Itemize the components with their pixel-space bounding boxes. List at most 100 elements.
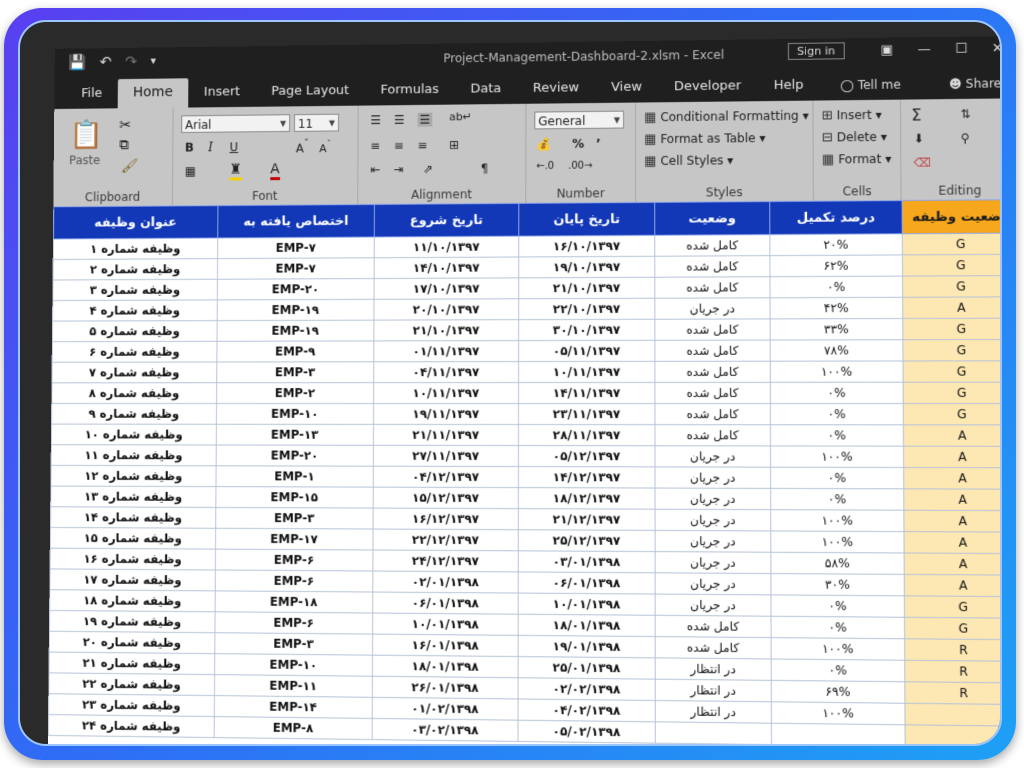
start-date-cell[interactable]: ۰۴/۱۲/۱۳۹۷ [373, 466, 519, 488]
status-cell[interactable] [655, 721, 772, 744]
task-status-cell[interactable]: G [903, 403, 1000, 425]
start-date-cell[interactable]: ۲۱/۱۱/۱۳۹۷ [373, 424, 519, 446]
task-status-cell[interactable]: A [903, 488, 1000, 511]
status-cell[interactable]: کامل شده [654, 318, 771, 341]
status-cell[interactable]: کامل شده [654, 403, 771, 425]
status-cell[interactable]: کامل شده [654, 382, 771, 404]
font-name-select[interactable]: Arial ▼ [181, 114, 291, 133]
percent-complete-cell[interactable]: ۰% [770, 594, 905, 618]
accounting-format-icon[interactable]: 💰 [536, 137, 551, 151]
end-date-cell[interactable]: ۰۵/۰۲/۱۳۹۸ [517, 720, 656, 744]
status-cell[interactable]: کامل شده [654, 255, 770, 278]
percent-complete-cell[interactable]: ۰% [770, 467, 904, 489]
start-date-cell[interactable]: ۲۷/۱۱/۱۳۹۷ [373, 445, 519, 467]
find-select-icon[interactable]: ⚲ [961, 131, 970, 145]
percent-complete-cell[interactable]: ۶۲% [769, 254, 903, 277]
tab-data[interactable]: Data [455, 75, 517, 104]
task-status-cell[interactable]: A [903, 531, 1000, 554]
start-date-cell[interactable]: ۰۲/۰۱/۱۳۹۸ [372, 571, 519, 594]
tab-help[interactable]: Help [757, 72, 820, 102]
fill-icon[interactable]: ⬇ [913, 131, 923, 145]
start-date-cell[interactable]: ۱۰/۰۱/۱۳۹۸ [372, 613, 519, 636]
task-title-cell[interactable]: وظیفه شماره ۱۹ [49, 610, 216, 633]
assigned-to-cell[interactable]: EMP-۱۰ [216, 403, 374, 425]
redo-icon[interactable]: ↷ [125, 53, 137, 71]
assigned-to-cell[interactable]: EMP-۲۰ [217, 278, 375, 300]
assigned-to-cell[interactable]: EMP-۱۴ [214, 695, 373, 719]
percent-complete-cell[interactable]: ۰% [770, 403, 904, 425]
end-date-cell[interactable]: ۰۶/۰۱/۱۳۹۸ [518, 571, 656, 595]
header-end-date[interactable]: تاریخ پایان [518, 202, 655, 237]
header-task-status[interactable]: وضعیت وظیفه [902, 199, 1000, 234]
task-title-cell[interactable]: وظیفه شماره ۲۱ [48, 652, 215, 675]
status-cell[interactable]: در جریان [655, 466, 771, 489]
assigned-to-cell[interactable]: EMP-۳ [215, 507, 374, 530]
assigned-to-cell[interactable]: EMP-۹ [216, 340, 374, 363]
decrease-font-icon[interactable]: Aˇ [319, 139, 331, 154]
status-cell[interactable]: در جریان [655, 509, 771, 531]
start-date-cell[interactable]: ۲۴/۱۲/۱۳۹۷ [372, 550, 519, 572]
tab-insert[interactable]: Insert [188, 78, 255, 107]
status-cell[interactable]: کامل شده [654, 340, 771, 362]
task-title-cell[interactable]: وظیفه شماره ۹ [51, 403, 217, 425]
start-date-cell[interactable]: ۱۸/۰۱/۱۳۹۸ [372, 655, 519, 678]
start-date-cell[interactable]: ۱۶/۱۲/۱۳۹۷ [373, 508, 519, 530]
start-date-cell[interactable]: ۰۱/۰۲/۱۳۹۸ [372, 697, 519, 721]
orientation-icon[interactable]: ⇗ [423, 162, 433, 176]
clear-icon[interactable]: ⌫ [914, 156, 931, 170]
status-cell[interactable]: در جریان [655, 572, 771, 595]
assigned-to-cell[interactable]: EMP-۱۹ [217, 299, 375, 321]
comma-style-icon[interactable]: ’ [596, 137, 601, 151]
assigned-to-cell[interactable]: EMP-۶ [215, 569, 373, 593]
paste-icon[interactable]: 📋 [69, 118, 103, 150]
assigned-to-cell[interactable]: EMP-۱۳ [216, 424, 374, 446]
increase-decimal-icon[interactable]: ←.0 [536, 161, 554, 172]
task-status-cell[interactable]: R [904, 638, 1000, 662]
task-status-cell[interactable]: G [904, 617, 1000, 640]
end-date-cell[interactable]: ۳۰/۱۰/۱۳۹۷ [518, 319, 655, 341]
increase-font-icon[interactable]: Aˆ [296, 140, 309, 156]
align-middle-icon[interactable]: ☰ [394, 113, 405, 127]
start-date-cell[interactable]: ۱۷/۱۰/۱۳۹۷ [374, 277, 519, 300]
tab-page-layout[interactable]: Page Layout [256, 77, 365, 107]
assigned-to-cell[interactable]: EMP-۲ [216, 382, 374, 404]
assigned-to-cell[interactable]: EMP-۳ [216, 361, 374, 383]
end-date-cell[interactable]: ۱۹/۰۱/۱۳۹۸ [518, 635, 656, 658]
cell-styles-button[interactable]: ▦ Cell Styles ▾ [644, 153, 733, 169]
format-as-table-button[interactable]: ▦ Format as Table ▾ [644, 131, 765, 147]
status-cell[interactable]: در جریان [655, 530, 771, 553]
task-status-cell[interactable]: R [904, 660, 1000, 683]
status-cell[interactable]: کامل شده [654, 234, 770, 257]
percent-complete-cell[interactable]: ۶۹% [771, 680, 905, 704]
tab-developer[interactable]: Developer [658, 72, 758, 102]
task-status-cell[interactable]: A [904, 574, 1000, 597]
start-date-cell[interactable]: ۰۱/۱۱/۱۳۹۷ [373, 340, 519, 362]
status-cell[interactable]: کامل شده [655, 636, 772, 659]
font-size-select[interactable]: 11 ▼ [293, 113, 340, 132]
status-cell[interactable]: کامل شده [654, 424, 771, 446]
maximize-icon[interactable]: ☐ [955, 42, 967, 57]
assigned-to-cell[interactable]: EMP-۱۰ [214, 653, 373, 677]
align-center-icon[interactable]: ≡ [394, 139, 404, 153]
assigned-to-cell[interactable]: EMP-۸ [214, 716, 373, 740]
header-status[interactable]: وضعیت [654, 201, 770, 236]
header-start-date[interactable]: تاریخ شروع [374, 203, 519, 238]
percent-complete-cell[interactable] [771, 723, 906, 744]
percent-complete-cell[interactable]: ۵۸% [770, 552, 905, 575]
conditional-formatting-button[interactable]: ▦ Conditional Formatting ▾ [644, 109, 809, 126]
task-title-cell[interactable]: وظیفه شماره ۲۴ [48, 714, 215, 738]
task-title-cell[interactable]: وظیفه شماره ۲ [53, 258, 218, 281]
task-status-cell[interactable]: G [903, 382, 1000, 404]
copy-icon[interactable]: ⧉ [119, 137, 129, 153]
percent-complete-cell[interactable]: ۱۰۰% [770, 530, 905, 553]
autosum-icon[interactable]: Σ [911, 105, 921, 124]
task-status-cell[interactable]: G [902, 318, 1000, 340]
status-cell[interactable]: در جریان [655, 488, 771, 510]
status-cell[interactable]: در جریان [655, 551, 771, 574]
assigned-to-cell[interactable]: EMP-۱ [215, 465, 374, 488]
save-icon[interactable]: 💾 [68, 53, 86, 71]
end-date-cell[interactable]: ۰۴/۰۲/۱۳۹۸ [518, 698, 656, 722]
align-left-icon[interactable]: ≡ [370, 139, 380, 153]
decrease-indent-icon[interactable]: ⇤ [370, 162, 380, 176]
end-date-cell[interactable]: ۲۲/۱۰/۱۳۹۷ [518, 298, 655, 320]
